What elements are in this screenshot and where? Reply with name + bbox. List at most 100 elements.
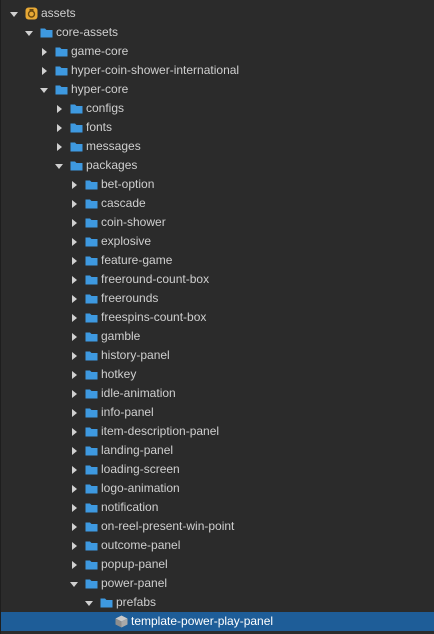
caret-right-icon[interactable] (69, 332, 79, 342)
tree-folder-assets[interactable]: assets (1, 4, 434, 23)
tree-item-label: cascade (101, 196, 146, 210)
caret-right-icon[interactable] (39, 47, 49, 57)
tree-folder-coin-shower[interactable]: coin-shower (1, 213, 434, 232)
caret-right-icon[interactable] (69, 218, 79, 228)
tree-folder-landing-panel[interactable]: landing-panel (1, 441, 434, 460)
tree-item-label: info-panel (101, 405, 154, 419)
tree-item-label: packages (86, 158, 138, 172)
tree-folder-bet-option[interactable]: bet-option (1, 175, 434, 194)
caret-right-icon[interactable] (54, 104, 64, 114)
tree-folder-notification[interactable]: notification (1, 498, 434, 517)
tree-item-label: gamble (101, 329, 141, 343)
tree-item-label: freespins-count-box (101, 310, 207, 324)
folder-icon (85, 312, 98, 323)
caret-right-icon[interactable] (39, 66, 49, 76)
tree-folder-logo-animation[interactable]: logo-animation (1, 479, 434, 498)
tree-folder-packages[interactable]: packages (1, 156, 434, 175)
folder-icon (85, 502, 98, 513)
tree-item-label: history-panel (101, 348, 170, 362)
tree-item-label: outcome-panel (101, 538, 181, 552)
folder-icon (85, 369, 98, 380)
folder-icon (40, 27, 53, 38)
tree-folder-idle-animation[interactable]: idle-animation (1, 384, 434, 403)
caret-right-icon[interactable] (54, 123, 64, 133)
folder-icon (85, 445, 98, 456)
caret-right-icon[interactable] (69, 465, 79, 475)
caret-right-icon[interactable] (69, 237, 79, 247)
tree-folder-history-panel[interactable]: history-panel (1, 346, 434, 365)
tree-folder-item-description-panel[interactable]: item-description-panel (1, 422, 434, 441)
caret-right-icon[interactable] (69, 389, 79, 399)
folder-icon (55, 84, 68, 95)
caret-right-icon[interactable] (69, 560, 79, 570)
caret-right-icon[interactable] (69, 275, 79, 285)
tree-folder-prefabs[interactable]: prefabs (1, 593, 434, 612)
tree-folder-messages[interactable]: messages (1, 137, 434, 156)
folder-icon (85, 540, 98, 551)
tree-folder-loading-screen[interactable]: loading-screen (1, 460, 434, 479)
tree-folder-popup-panel[interactable]: popup-panel (1, 555, 434, 574)
tree-item-label: power-panel (101, 576, 168, 590)
folder-icon (85, 274, 98, 285)
tree-folder-game-core[interactable]: game-core (1, 42, 434, 61)
folder-icon (85, 559, 98, 570)
tree-folder-hyper-core[interactable]: hyper-core (1, 80, 434, 99)
tree-folder-fonts[interactable]: fonts (1, 118, 434, 137)
caret-right-icon[interactable] (54, 142, 64, 152)
caret-right-icon[interactable] (69, 541, 79, 551)
tree-folder-on-reel-present-win-point[interactable]: on-reel-present-win-point (1, 517, 434, 536)
folder-icon (85, 331, 98, 342)
caret-right-icon[interactable] (69, 503, 79, 513)
caret-down-icon[interactable] (24, 28, 34, 38)
tree-folder-freeround-count-box[interactable]: freeround-count-box (1, 270, 434, 289)
folder-icon (85, 521, 98, 532)
caret-down-icon[interactable] (9, 9, 19, 19)
caret-right-icon[interactable] (69, 408, 79, 418)
tree-folder-power-panel[interactable]: power-panel (1, 574, 434, 593)
caret-right-icon[interactable] (69, 351, 79, 361)
caret-right-icon[interactable] (69, 446, 79, 456)
tree-item-label: configs (86, 101, 125, 115)
tree-item-label: feature-game (101, 253, 173, 267)
tree-folder-cascade[interactable]: cascade (1, 194, 434, 213)
caret-right-icon[interactable] (69, 199, 79, 209)
tree-item-label: on-reel-present-win-point (101, 519, 235, 533)
folder-icon (100, 597, 113, 608)
caret-right-icon[interactable] (69, 484, 79, 494)
tree-item-template-power-play-panel[interactable]: template-power-play-panel (1, 612, 434, 631)
tree-item-label: hyper-coin-shower-international (71, 63, 240, 77)
caret-right-icon[interactable] (69, 180, 79, 190)
tree-folder-outcome-panel[interactable]: outcome-panel (1, 536, 434, 555)
folder-icon (85, 217, 98, 228)
tree-folder-hyper-coin-shower-international[interactable]: hyper-coin-shower-international (1, 61, 434, 80)
caret-down-icon[interactable] (54, 161, 64, 171)
caret-right-icon[interactable] (69, 522, 79, 532)
caret-right-icon[interactable] (69, 313, 79, 323)
tree-folder-feature-game[interactable]: feature-game (1, 251, 434, 270)
tree-item-label: fonts (86, 120, 113, 134)
tree-folder-hotkey[interactable]: hotkey (1, 365, 434, 384)
folder-icon (70, 103, 83, 114)
caret-right-icon[interactable] (69, 256, 79, 266)
tree-folder-freerounds[interactable]: freerounds (1, 289, 434, 308)
folder-icon (85, 350, 98, 361)
caret-right-icon[interactable] (69, 427, 79, 437)
tree-folder-explosive[interactable]: explosive (1, 232, 434, 251)
tree-item-label: hyper-core (71, 82, 129, 96)
tree-item-label: landing-panel (101, 443, 174, 457)
caret-down-icon[interactable] (69, 579, 79, 589)
tree-folder-core-assets[interactable]: core-assets (1, 23, 434, 42)
caret-right-icon[interactable] (69, 370, 79, 380)
folder-icon (85, 483, 98, 494)
tree-folder-info-panel[interactable]: info-panel (1, 403, 434, 422)
tree-folder-gamble[interactable]: gamble (1, 327, 434, 346)
caret-down-icon[interactable] (39, 85, 49, 95)
folder-icon (85, 293, 98, 304)
tree-folder-configs[interactable]: configs (1, 99, 434, 118)
tree-folder-freespins-count-box[interactable]: freespins-count-box (1, 308, 434, 327)
caret-right-icon[interactable] (69, 294, 79, 304)
tree-item-label: bet-option (101, 177, 155, 191)
caret-down-icon[interactable] (84, 598, 94, 608)
folder-icon (85, 388, 98, 399)
folder-icon (85, 464, 98, 475)
